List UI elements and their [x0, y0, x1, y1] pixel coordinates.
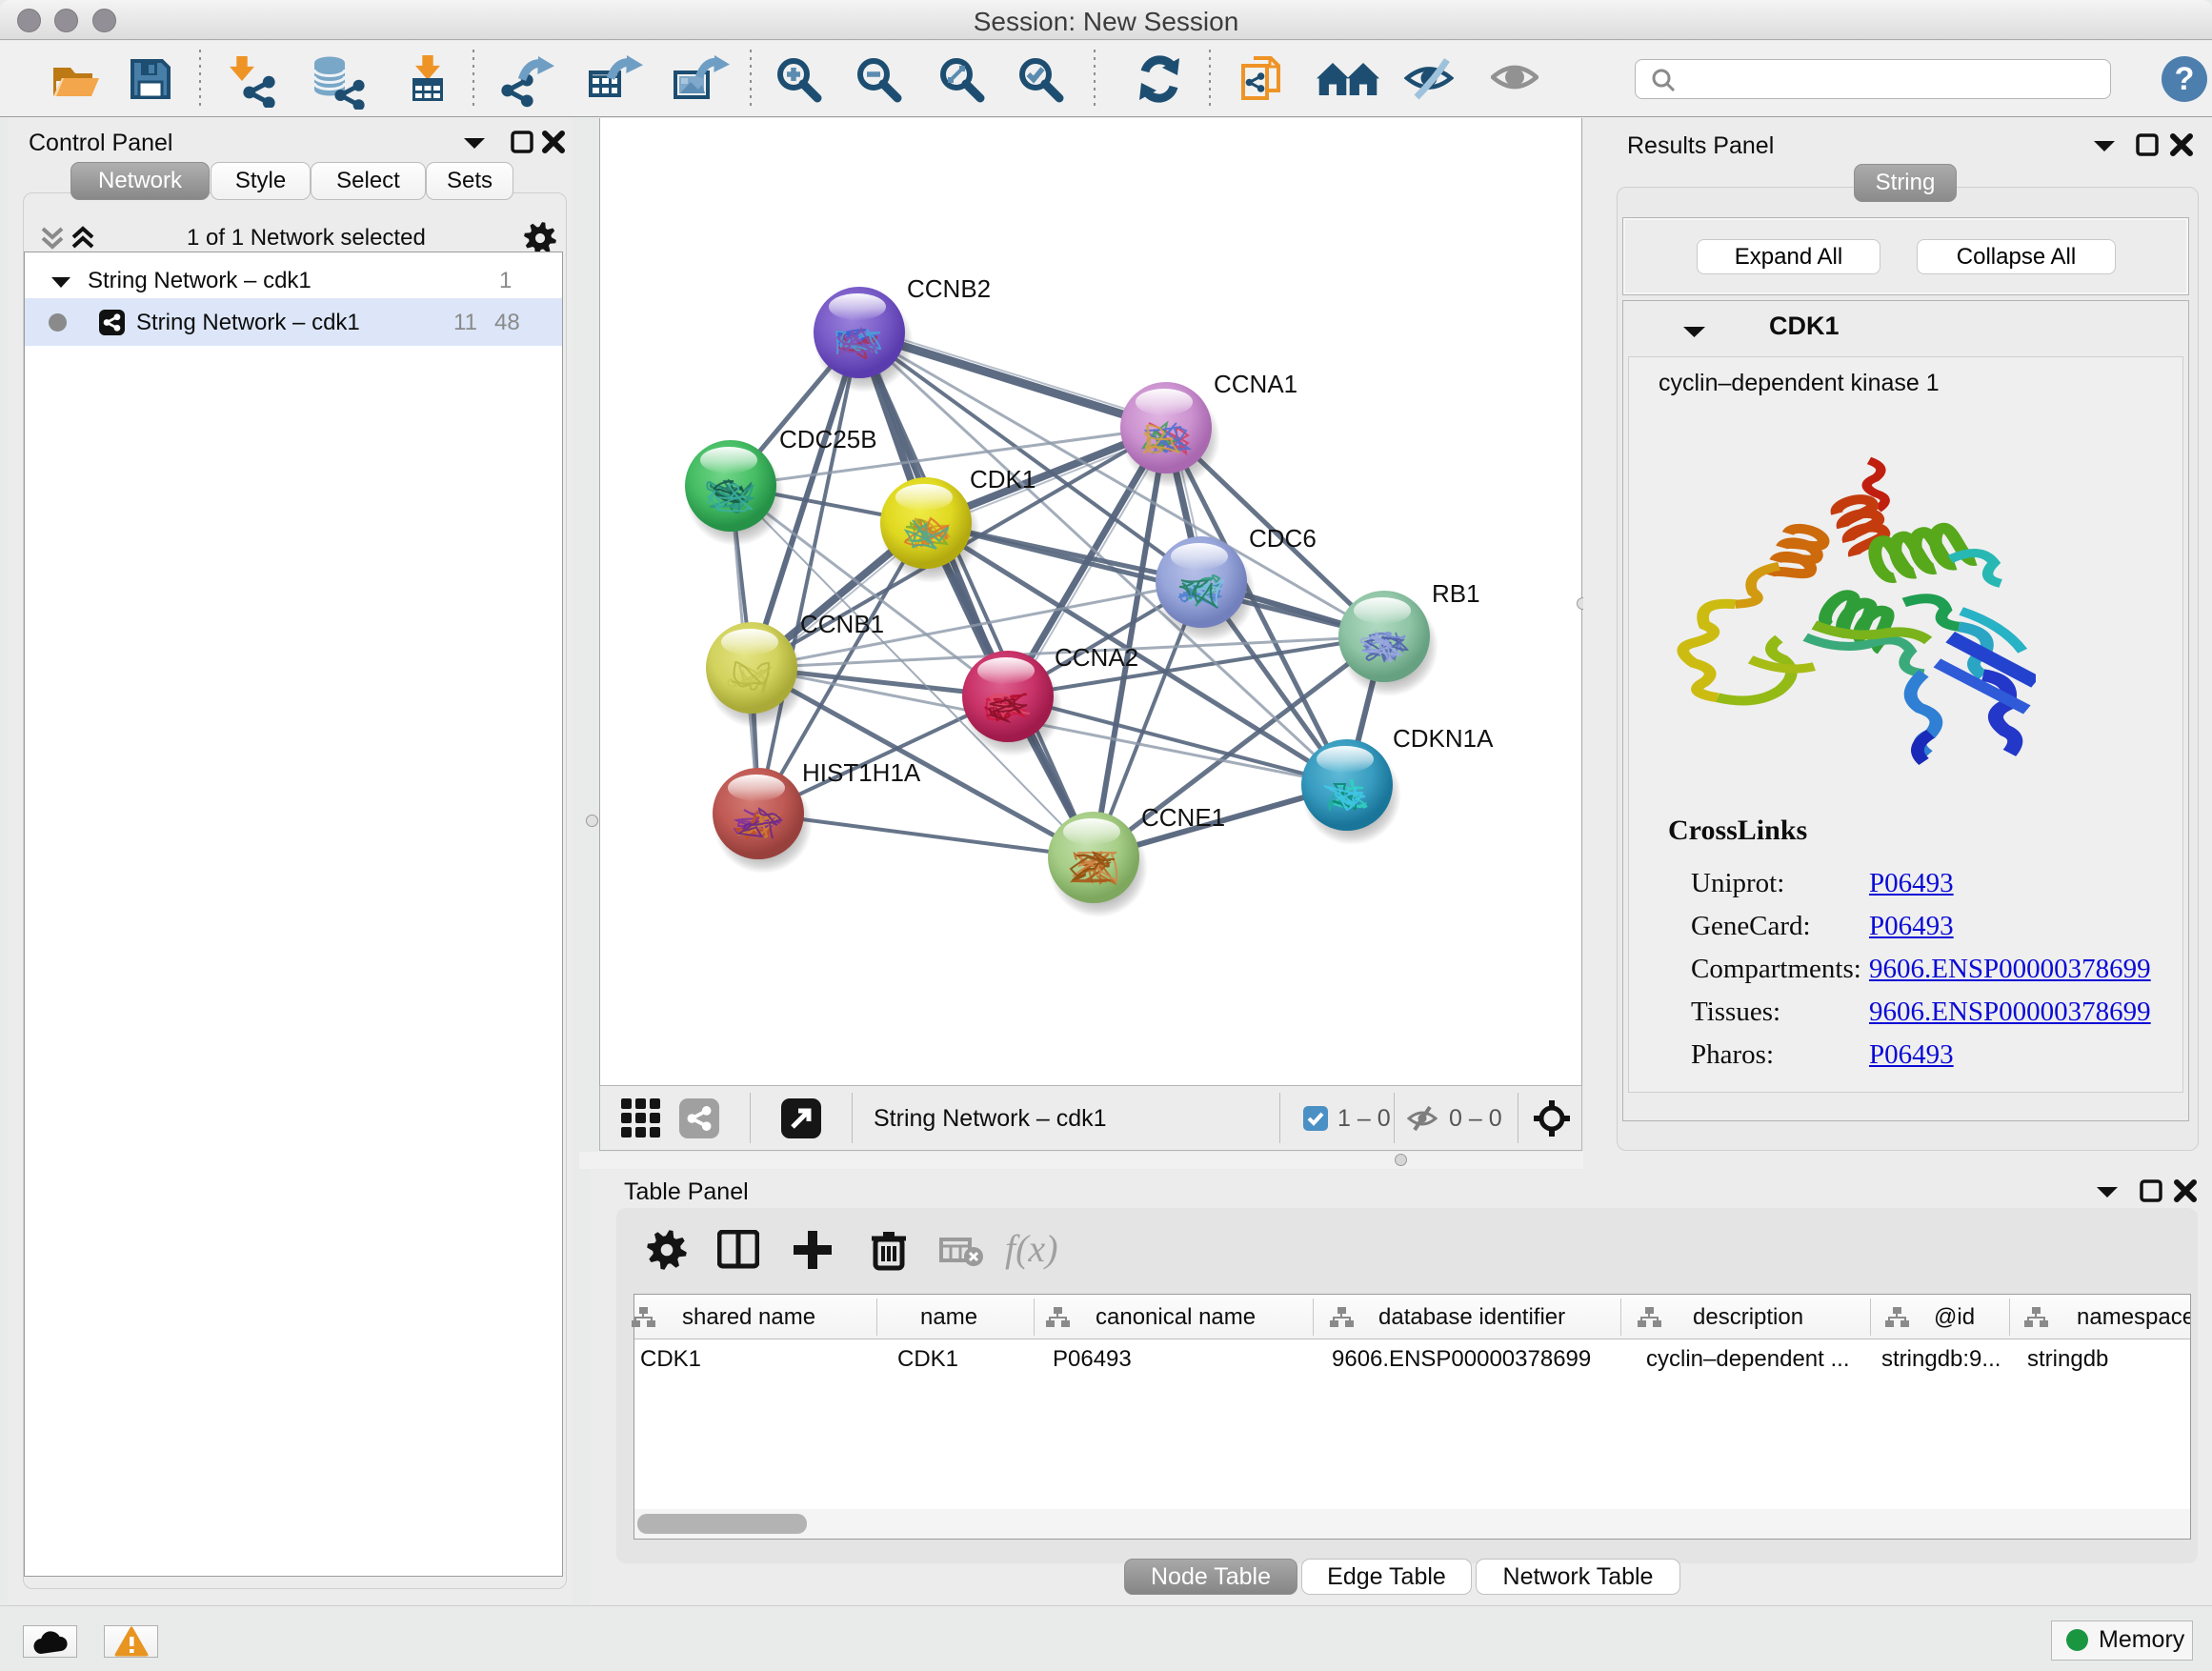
svg-text:CDKN1A: CDKN1A: [1393, 724, 1494, 753]
svg-text:?: ?: [2175, 61, 2195, 97]
svg-text:RB1: RB1: [1432, 579, 1480, 608]
svg-text:CCNB2: CCNB2: [907, 274, 991, 303]
svg-text:CCNA1: CCNA1: [1214, 370, 1297, 398]
svg-text:CCNB1: CCNB1: [800, 610, 884, 638]
svg-text:CCNE1: CCNE1: [1141, 803, 1225, 832]
svg-text:CDK1: CDK1: [970, 465, 1036, 493]
svg-text:CCNA2: CCNA2: [1055, 643, 1138, 672]
svg-text:CDC25B: CDC25B: [779, 425, 877, 453]
svg-text:HIST1H1A: HIST1H1A: [802, 758, 921, 787]
svg-text:CDC6: CDC6: [1249, 524, 1317, 553]
